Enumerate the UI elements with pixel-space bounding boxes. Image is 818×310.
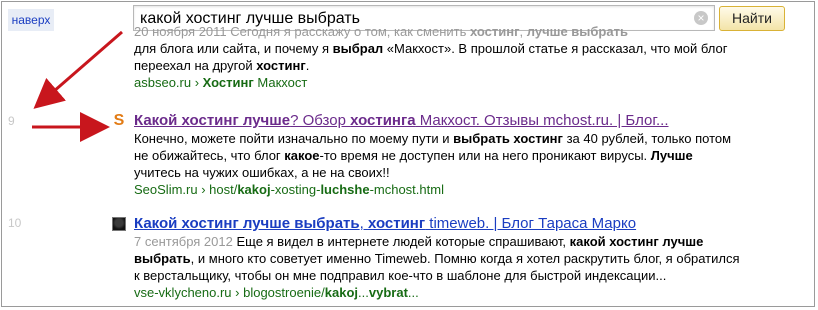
annotation-arrows [32, 30, 123, 142]
screenshot-frame: наверх × Найти 20 ноября 2011 Сегодня я … [1, 1, 815, 307]
annotation-arrow-diagonal [33, 30, 123, 109]
